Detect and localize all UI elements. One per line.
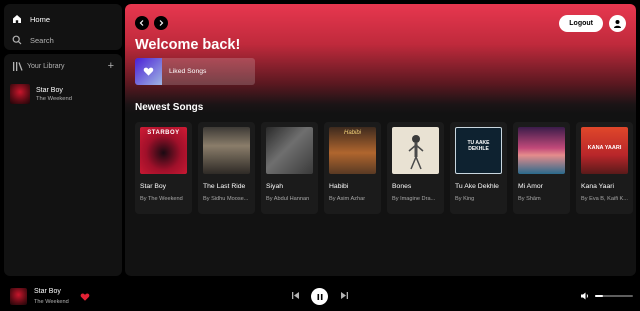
song-cover	[392, 127, 439, 174]
nav-search[interactable]: Search	[12, 31, 114, 49]
cover-text: KANA YAARI	[587, 145, 622, 151]
nav-panel: Home Search	[4, 4, 122, 50]
song-cover: KANA YAARI	[581, 127, 628, 174]
forward-button[interactable]	[154, 16, 168, 30]
song-artist: By King	[455, 196, 475, 202]
song-card[interactable]: Habibi Habibi By Asim Azhar	[324, 122, 381, 214]
song-card[interactable]: TU AAKE DEKHLE Tu Ake Dekhle By King	[450, 122, 507, 214]
heart-icon	[143, 67, 154, 76]
nav-home-label: Home	[30, 14, 51, 24]
library-panel: Your Library + Star Boy The Weekend	[4, 54, 122, 276]
song-artist: By Shām	[518, 196, 541, 202]
song-cover	[266, 127, 313, 174]
chevron-right-icon	[159, 20, 164, 26]
cover-text: Habibi	[343, 130, 361, 136]
player-bar: Star Boy The Weekend	[0, 280, 640, 311]
song-card[interactable]: KANA YAARI Kana Yaari By Eva B, Kaifi K.…	[576, 122, 633, 214]
song-title: Mi Amor	[518, 183, 543, 190]
add-playlist-button[interactable]: +	[108, 60, 114, 72]
topbar: Logout	[135, 13, 626, 33]
next-track-button[interactable]	[340, 291, 349, 300]
now-playing-cover	[10, 288, 27, 305]
cover-text: STARBOY	[147, 130, 180, 136]
now-playing-artist: The Weekend	[34, 299, 69, 305]
songs-row: STARBOY Star Boy By The Weekend The Last…	[135, 122, 636, 214]
song-artist: By Sidhu Moose...	[203, 196, 249, 202]
logout-button[interactable]: Logout	[559, 14, 603, 32]
song-cover: Habibi	[329, 127, 376, 174]
like-heart-icon[interactable]	[80, 292, 90, 302]
song-title: The Last Ride	[203, 183, 246, 190]
volume-slider-fill	[595, 295, 603, 297]
pause-button[interactable]	[311, 288, 328, 305]
cover-text: TU AAKE DEKHLE	[467, 140, 490, 152]
main-panel: Logout Welcome back! Liked Songs Newest …	[125, 4, 636, 276]
user-icon	[614, 19, 621, 28]
volume-slider[interactable]	[595, 295, 633, 297]
library-icon	[13, 61, 23, 71]
previous-track-button[interactable]	[291, 291, 300, 300]
skeleton-figure	[408, 135, 424, 170]
song-cover: TU AAKE DEKHLE	[455, 127, 502, 174]
song-title: Siyah	[266, 183, 284, 190]
chevron-left-icon	[139, 20, 144, 26]
song-title: Star Boy	[140, 183, 167, 190]
song-artist: By The Weekend	[140, 196, 183, 202]
song-card[interactable]: The Last Ride By Sidhu Moose...	[198, 122, 255, 214]
song-cover	[203, 127, 250, 174]
library-title: Your Library	[27, 62, 65, 70]
page-title: Welcome back!	[135, 37, 241, 53]
back-button[interactable]	[135, 16, 149, 30]
song-artist: By Abdul Hannan	[266, 196, 310, 202]
home-icon	[13, 15, 21, 23]
section-title: Newest Songs	[135, 102, 204, 113]
song-artist: By Asim Azhar	[329, 196, 366, 202]
song-card[interactable]: STARBOY Star Boy By The Weekend	[135, 122, 192, 214]
song-artist: By Imagine Dra...	[392, 196, 436, 202]
search-icon	[12, 35, 22, 45]
song-title: Habibi	[329, 183, 349, 190]
liked-songs-label: Liked Songs	[169, 68, 207, 75]
user-button[interactable]	[609, 14, 626, 32]
song-cover: STARBOY	[140, 127, 187, 174]
now-playing-title: Star Boy	[34, 288, 61, 295]
liked-songs-card[interactable]: Liked Songs	[135, 58, 255, 85]
pause-icon	[317, 293, 322, 300]
library-item[interactable]: Star Boy The Weekend	[4, 80, 122, 108]
library-item-artist: The Weekend	[36, 95, 72, 102]
song-cover	[518, 127, 565, 174]
song-title: Kana Yaari	[581, 183, 615, 190]
volume-icon[interactable]	[580, 291, 590, 301]
song-card[interactable]: Bones By Imagine Dra...	[387, 122, 444, 214]
library-item-cover	[10, 84, 30, 104]
nav-search-label: Search	[30, 35, 54, 45]
song-title: Tu Ake Dekhle	[455, 183, 499, 190]
song-artist: By Eva B, Kaifi K...	[581, 196, 628, 202]
library-header: Your Library +	[4, 54, 122, 78]
song-card[interactable]: Siyah By Abdul Hannan	[261, 122, 318, 214]
song-title: Bones	[392, 183, 412, 190]
song-card[interactable]: Mi Amor By Shām	[513, 122, 570, 214]
nav-home[interactable]: Home	[12, 10, 114, 28]
liked-songs-cover	[135, 58, 162, 85]
library-item-title: Star Boy	[36, 86, 63, 94]
